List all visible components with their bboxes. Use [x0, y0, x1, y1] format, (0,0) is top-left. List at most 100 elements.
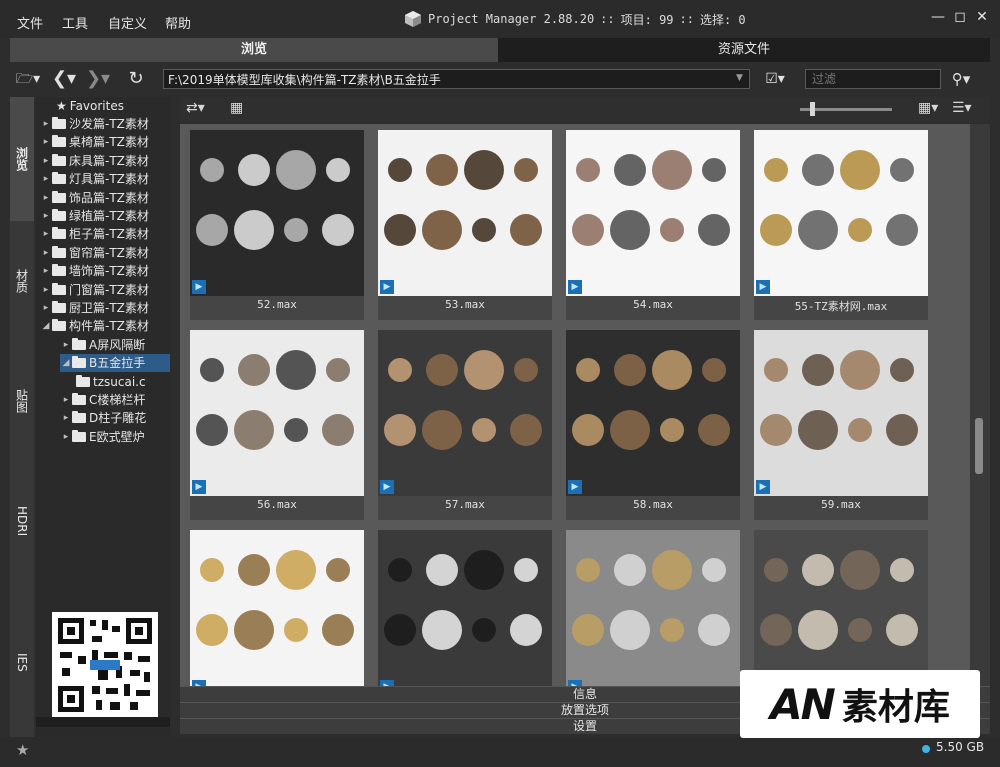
back-icon[interactable]: ❮▾: [50, 68, 78, 90]
vtab-browse[interactable]: 浏览: [10, 97, 34, 221]
collapsed-arrow-icon[interactable]: ▸: [40, 115, 52, 133]
vtab-ies[interactable]: IES: [10, 597, 34, 727]
sort-icon[interactable]: ☰▾: [952, 100, 972, 116]
tree-folder[interactable]: ◢ 构件篇-TZ素材: [40, 317, 149, 335]
slider-handle[interactable]: [810, 102, 815, 116]
tree-folder[interactable]: ▸ 厨卫篇-TZ素材: [40, 299, 149, 317]
file-thumbnail-card[interactable]: ▶ 58.max: [566, 330, 740, 520]
thumbnail-image[interactable]: [190, 130, 364, 296]
vertical-scrollbar[interactable]: [970, 124, 990, 686]
model-preview-image: [378, 130, 552, 296]
expanded-arrow-icon[interactable]: ◢: [40, 317, 52, 335]
thumbnail-image[interactable]: [754, 330, 928, 496]
side-tab-strip: 浏览 材质 贴图 HDRI IES: [10, 97, 34, 737]
folder-icon: [52, 282, 66, 295]
collapsed-arrow-icon[interactable]: ▸: [40, 133, 52, 151]
file-thumbnail-card[interactable]: ▶ 54.max: [566, 130, 740, 320]
thumbnail-image[interactable]: [190, 530, 364, 686]
thumbnail-image[interactable]: [566, 330, 740, 496]
collapsed-arrow-icon[interactable]: ▸: [40, 244, 52, 262]
folder-icon[interactable]: 🗁▾: [14, 68, 42, 90]
file-thumbnail-card[interactable]: ▶ 52.max: [190, 130, 364, 320]
chevron-down-icon[interactable]: ▼: [736, 73, 743, 83]
3dsmax-file-icon: ▶: [568, 280, 582, 294]
path-input[interactable]: F:\2019单体模型库收集\构件篇-TZ素材\B五金拉手: [163, 69, 750, 89]
file-thumbnail-card[interactable]: ▶ 55-TZ素材网.max: [754, 130, 928, 320]
file-thumbnail-card[interactable]: ▶ 56.max: [190, 330, 364, 520]
collapsed-arrow-icon[interactable]: ▸: [40, 207, 52, 225]
file-thumbnail-card[interactable]: ▶: [754, 530, 928, 686]
model-preview-image: [378, 530, 552, 686]
collapsed-arrow-icon[interactable]: ▸: [40, 281, 52, 299]
tree-label: Favorites: [69, 99, 124, 113]
file-thumbnail-card[interactable]: ▶: [190, 530, 364, 686]
cube-icon[interactable]: ▦: [230, 100, 243, 116]
tree-folder[interactable]: ▸ C楼梯栏杆: [60, 391, 145, 409]
tree-folder[interactable]: ▸ 门窗篇-TZ素材: [40, 281, 149, 299]
tree-folder[interactable]: ▸ 墙饰篇-TZ素材: [40, 262, 149, 280]
vtab-maps[interactable]: 贴图: [10, 341, 34, 461]
thumbnail-image[interactable]: [190, 330, 364, 496]
thumbnail-image[interactable]: [378, 530, 552, 686]
tab-assets[interactable]: 资源文件: [498, 38, 990, 62]
tree-folder[interactable]: ▸ 饰品篇-TZ素材: [40, 189, 149, 207]
collapsed-arrow-icon[interactable]: ▸: [60, 409, 72, 427]
filter-input[interactable]: 过滤: [805, 69, 941, 89]
checklist-icon[interactable]: ☑▾: [760, 68, 790, 90]
tree-folder[interactable]: ▸ 床具篇-TZ素材: [40, 152, 149, 170]
close-icon[interactable]: ✕: [973, 8, 991, 26]
model-preview-image: [190, 130, 364, 296]
scrollbar-thumb[interactable]: [975, 418, 983, 474]
tree-folder[interactable]: ▸ 柜子篇-TZ素材: [40, 225, 149, 243]
file-thumbnail-card[interactable]: ▶: [566, 530, 740, 686]
collapsed-arrow-icon[interactable]: ▸: [60, 391, 72, 409]
tree-folder[interactable]: ▸ A屏风隔断: [60, 336, 145, 354]
collapsed-arrow-icon[interactable]: ▸: [60, 336, 72, 354]
tab-browse[interactable]: 浏览: [10, 38, 498, 62]
thumbnail-image[interactable]: [754, 130, 928, 296]
file-thumbnail-card[interactable]: ▶ 57.max: [378, 330, 552, 520]
tree-folder[interactable]: tzsucai.c: [76, 373, 146, 391]
forward-icon[interactable]: ❯▾: [84, 68, 112, 90]
tree-folder[interactable]: ▸ 灯具篇-TZ素材: [40, 170, 149, 188]
vtab-materials[interactable]: 材质: [10, 221, 34, 341]
thumbnail-image[interactable]: [378, 130, 552, 296]
maximize-icon[interactable]: ◻: [951, 8, 969, 26]
menu-custom[interactable]: 自定义: [108, 13, 147, 32]
tree-folder[interactable]: ▸ 绿植篇-TZ素材: [40, 207, 149, 225]
thumbnail-image[interactable]: [566, 530, 740, 686]
tree-favorites[interactable]: ★ Favorites: [56, 97, 124, 115]
menu-help[interactable]: 帮助: [165, 13, 191, 32]
tree-folder[interactable]: ▸ 沙发篇-TZ素材: [40, 115, 149, 133]
search-icon[interactable]: ⚲▾: [946, 68, 976, 90]
collapsed-arrow-icon[interactable]: ▸: [40, 225, 52, 243]
thumbnail-image[interactable]: [566, 130, 740, 296]
file-thumbnail-card[interactable]: ▶ 59.max: [754, 330, 928, 520]
expanded-arrow-icon[interactable]: ◢: [60, 354, 72, 372]
tree-horizontal-scrollbar[interactable]: [36, 717, 170, 727]
thumbnail-image[interactable]: [754, 530, 928, 686]
collapsed-arrow-icon[interactable]: ▸: [40, 189, 52, 207]
menu-tools[interactable]: 工具: [62, 13, 88, 32]
menu-file[interactable]: 文件: [17, 13, 43, 32]
sync-icon[interactable]: ⇄▾: [186, 100, 205, 116]
tree-folder[interactable]: ▸ D柱子雕花: [60, 409, 146, 427]
tree-folder[interactable]: ▸ 窗帘篇-TZ素材: [40, 244, 149, 262]
collapsed-arrow-icon[interactable]: ▸: [40, 299, 52, 317]
refresh-icon[interactable]: ↻: [124, 68, 148, 90]
tree-folder[interactable]: ▸ E欧式壁炉: [60, 428, 145, 446]
collapsed-arrow-icon[interactable]: ▸: [60, 428, 72, 446]
grid-view-icon[interactable]: ▦▾: [918, 100, 938, 116]
collapsed-arrow-icon[interactable]: ▸: [40, 262, 52, 280]
file-thumbnail-card[interactable]: ▶: [378, 530, 552, 686]
tree-label: 门窗篇-TZ素材: [69, 282, 149, 297]
collapsed-arrow-icon[interactable]: ▸: [40, 152, 52, 170]
thumbnail-image[interactable]: [378, 330, 552, 496]
tree-folder-selected[interactable]: ◢ B五金拉手: [60, 354, 170, 373]
tree-folder[interactable]: ▸ 桌椅篇-TZ素材: [40, 133, 149, 151]
collapsed-arrow-icon[interactable]: ▸: [40, 170, 52, 188]
star-icon[interactable]: ★: [16, 741, 29, 759]
minimize-icon[interactable]: —: [929, 8, 947, 26]
vtab-hdri[interactable]: HDRI: [10, 461, 34, 581]
file-thumbnail-card[interactable]: ▶ 53.max: [378, 130, 552, 320]
